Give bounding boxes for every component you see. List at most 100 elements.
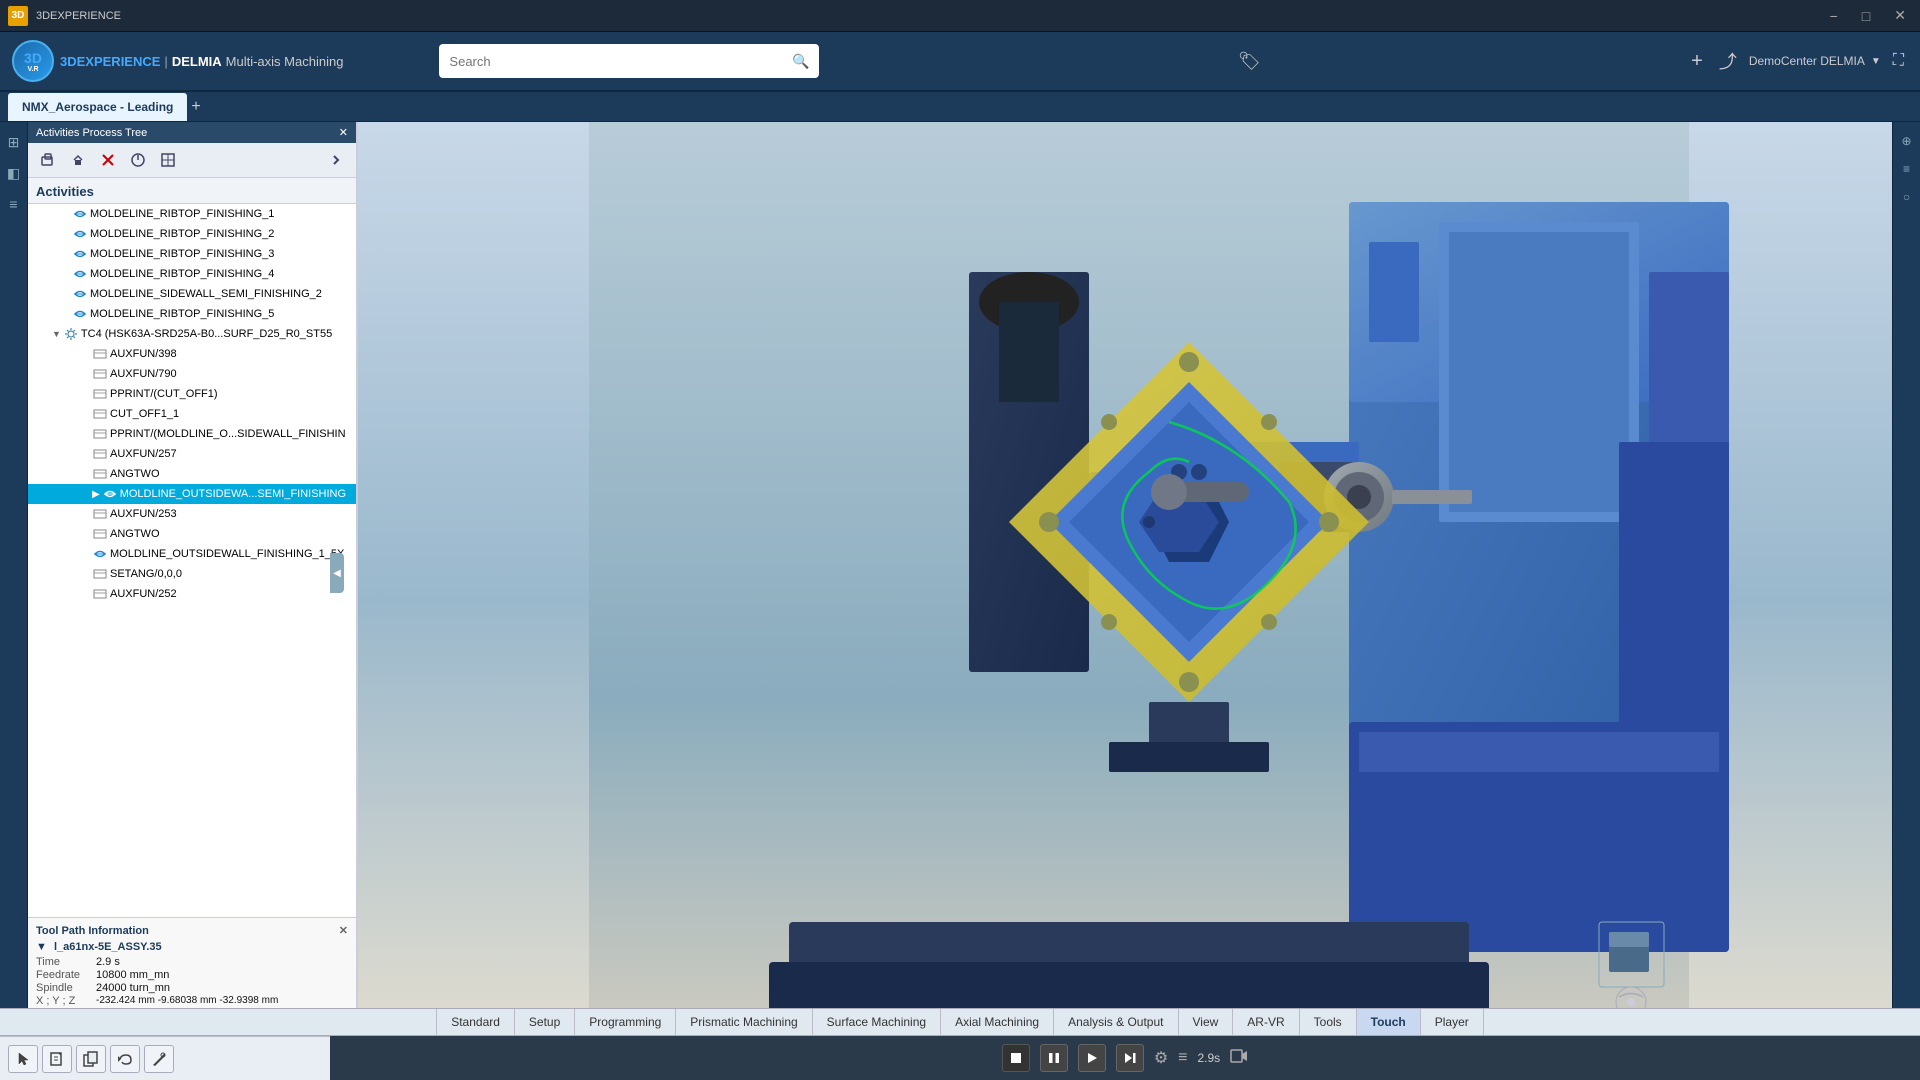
machining-tabs: StandardSetupProgrammingPrismatic Machin…: [0, 1008, 1920, 1036]
tool-path-title: Tool Path Information ✕: [36, 924, 348, 937]
tree-item-10[interactable]: PPRINT/(CUT_OFF1): [28, 384, 356, 404]
tree-item-20[interactable]: AUXFUN/252: [28, 584, 356, 604]
bookmark-icon[interactable]: 🏷: [1238, 51, 1261, 72]
assembly-arrow: ▼: [36, 941, 47, 953]
search-input[interactable]: [449, 54, 792, 69]
machining-tab-axial[interactable]: Axial Machining: [941, 1009, 1054, 1035]
fullscreen-button[interactable]: ⛶: [1889, 48, 1908, 74]
machining-tab-standard[interactable]: Standard: [436, 1009, 515, 1035]
tree-item-19[interactable]: SETANG/0,0,0: [28, 564, 356, 584]
machining-tab-player[interactable]: Player: [1421, 1009, 1484, 1035]
player-stop-button[interactable]: [1002, 1044, 1030, 1072]
add-button[interactable]: +: [1687, 46, 1707, 77]
machining-tab-tools[interactable]: Tools: [1300, 1009, 1357, 1035]
tree-item-12[interactable]: PPRINT/(MOLDLINE_O...SIDEWALL_FINISHIN: [28, 424, 356, 444]
tree-item-15[interactable]: ▶MOLDLINE_OUTSIDEWA...SEMI_FINISHING: [28, 484, 356, 504]
player-area: ⚙ ≡ 2.9s: [0, 1036, 1920, 1080]
left-icon-2[interactable]: ◧: [3, 161, 24, 186]
btm-tool-copy[interactable]: [76, 1045, 106, 1073]
title-product: Multi-axis Machining: [226, 54, 344, 69]
tree-container[interactable]: MOLDELINE_RIBTOP_FINISHING_1MOLDELINE_RI…: [28, 204, 356, 917]
tool-path-close[interactable]: ✕: [339, 924, 348, 937]
btm-tool-new[interactable]: [42, 1045, 72, 1073]
time-value: 2.9 s: [96, 956, 120, 968]
player-list-button[interactable]: ≡: [1178, 1049, 1187, 1067]
tree-item-1[interactable]: MOLDELINE_RIBTOP_FINISHING_1: [28, 204, 356, 224]
btm-tool-select[interactable]: [8, 1045, 38, 1073]
tab-nmx[interactable]: NMX_Aerospace - Leading: [8, 93, 187, 121]
left-icon-3[interactable]: ≡: [5, 192, 21, 216]
tree-item-5[interactable]: MOLDELINE_SIDEWALL_SEMI_FINISHING_2: [28, 284, 356, 304]
tree-item-13[interactable]: AUXFUN/257: [28, 444, 356, 464]
panel-tool-delete[interactable]: [94, 147, 122, 173]
left-icon-strip: ⊞ ◧ ≡: [0, 122, 28, 1080]
spindle-value: 24000 turn_mn: [96, 982, 170, 994]
panel-tool-view1[interactable]: [124, 147, 152, 173]
bottom-bar: StandardSetupProgrammingPrismatic Machin…: [0, 1008, 1920, 1080]
search-bar: 🔍: [439, 44, 819, 78]
user-area[interactable]: DemoCenter DELMIA ▼: [1749, 54, 1881, 68]
activities-label: Activities: [28, 178, 356, 204]
tool-path-title-text: Tool Path Information: [36, 925, 149, 937]
close-button[interactable]: ✕: [1888, 5, 1912, 26]
right-icon-1[interactable]: ⊕: [1897, 130, 1915, 152]
player-record-button[interactable]: [1230, 1048, 1248, 1069]
tree-item-7[interactable]: ▼TC4 (HSK63A-SRD25A-B0...SURF_D25_R0_ST5…: [28, 324, 356, 344]
tab-nmx-label: NMX_Aerospace - Leading: [22, 100, 173, 114]
player-gear-button[interactable]: ⚙: [1154, 1048, 1168, 1068]
app-icon: 3D: [8, 6, 28, 26]
info-row-feedrate: Feedrate 10800 mm_mn: [36, 969, 348, 981]
panel-tool-next[interactable]: [322, 147, 350, 173]
time-label: Time: [36, 956, 96, 968]
tree-item-3[interactable]: MOLDELINE_RIBTOP_FINISHING_3: [28, 244, 356, 264]
panel-tool-forward[interactable]: [64, 147, 92, 173]
machining-tab-setup[interactable]: Setup: [515, 1009, 575, 1035]
btm-tool-wrench[interactable]: [144, 1045, 174, 1073]
tree-item-6[interactable]: MOLDELINE_RIBTOP_FINISHING_5: [28, 304, 356, 324]
right-icon-2[interactable]: ≡: [1899, 158, 1914, 180]
window-title: 3DEXPERIENCE: [36, 10, 121, 22]
share-button[interactable]: ⤴: [1715, 44, 1741, 78]
machining-tab-programming[interactable]: Programming: [575, 1009, 676, 1035]
viewport[interactable]: ⊕ ≡ ○: [358, 122, 1920, 1080]
machining-tab-analysis[interactable]: Analysis & Output: [1054, 1009, 1178, 1035]
title-bar-left: 3D 3DEXPERIENCE: [8, 6, 121, 26]
tree-item-16[interactable]: AUXFUN/253: [28, 504, 356, 524]
tab-add-button[interactable]: +: [191, 98, 200, 116]
user-name: DemoCenter DELMIA: [1749, 54, 1865, 68]
panel-tool-back[interactable]: [34, 147, 62, 173]
tree-item-9[interactable]: AUXFUN/790: [28, 364, 356, 384]
tree-item-11[interactable]: CUT_OFF1_1: [28, 404, 356, 424]
search-icon[interactable]: 🔍: [792, 53, 809, 70]
tree-item-2[interactable]: MOLDELINE_RIBTOP_FINISHING_2: [28, 224, 356, 244]
panel-tool-view2[interactable]: [154, 147, 182, 173]
tree-item-4[interactable]: MOLDELINE_RIBTOP_FINISHING_4: [28, 264, 356, 284]
toolbar-right: + ⤴ DemoCenter DELMIA ▼ ⛶: [1667, 44, 1908, 78]
machining-tab-surface[interactable]: Surface Machining: [813, 1009, 941, 1035]
machining-tab-prismatic[interactable]: Prismatic Machining: [676, 1009, 812, 1035]
feedrate-label: Feedrate: [36, 969, 96, 981]
machining-tab-touch[interactable]: Touch: [1357, 1009, 1421, 1035]
side-panel-title: Activities Process Tree: [36, 127, 147, 139]
tree-item-14[interactable]: ANGTWO: [28, 464, 356, 484]
3d-scene: [358, 122, 1920, 1080]
machining-tab-view[interactable]: View: [1179, 1009, 1234, 1035]
panel-collapse-handle[interactable]: ◀: [330, 553, 344, 593]
btm-tool-undo[interactable]: [110, 1045, 140, 1073]
right-icon-3[interactable]: ○: [1899, 186, 1914, 208]
side-panel-close[interactable]: ✕: [339, 126, 348, 139]
side-panel: Activities Process Tree ✕: [28, 122, 358, 1080]
logo-version: V.R: [27, 66, 38, 73]
tree-item-18[interactable]: MOLDLINE_OUTSIDEWALL_FINISHING_1_5X: [28, 544, 356, 564]
tree-item-8[interactable]: AUXFUN/398: [28, 344, 356, 364]
player-play-end-button[interactable]: [1116, 1044, 1144, 1072]
machining-tab-arvr[interactable]: AR-VR: [1233, 1009, 1299, 1035]
tree-item-17[interactable]: ANGTWO: [28, 524, 356, 544]
tool-path-assembly: ▼ l_a61nx-5E_ASSY.35: [36, 941, 348, 953]
spindle-label: Spindle: [36, 982, 96, 994]
player-pause-button[interactable]: [1040, 1044, 1068, 1072]
maximize-button[interactable]: □: [1856, 6, 1876, 26]
player-play-button[interactable]: [1078, 1044, 1106, 1072]
minimize-button[interactable]: −: [1824, 6, 1844, 26]
left-icon-1[interactable]: ⊞: [4, 130, 24, 155]
